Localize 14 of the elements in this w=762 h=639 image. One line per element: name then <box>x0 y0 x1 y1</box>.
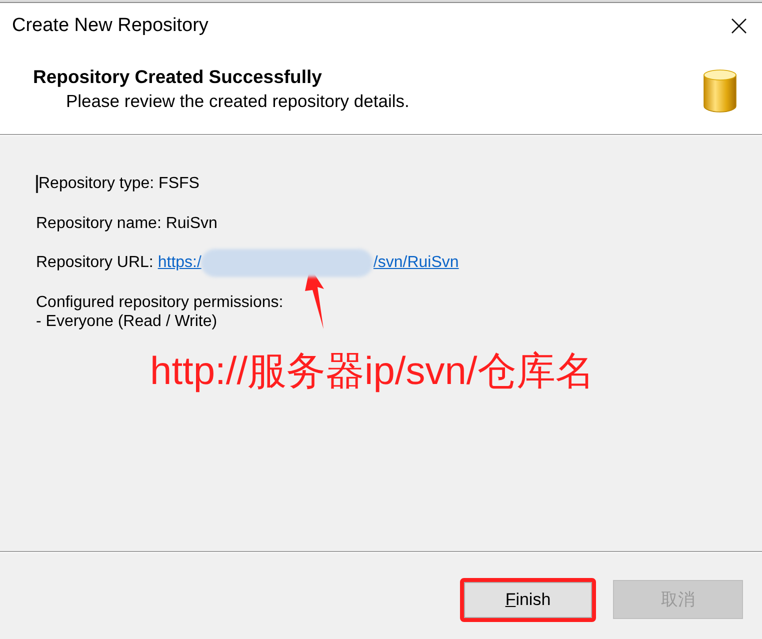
url-link[interactable]: https:/ <box>158 253 202 273</box>
detail-text: Repository name: RuiSvn <box>36 214 218 234</box>
close-button[interactable] <box>730 16 748 34</box>
detail-text: Repository type: FSFS <box>38 174 200 194</box>
database-icon <box>703 69 737 113</box>
annotation-text: http://服务器ip/svn/仓库名 <box>150 350 594 393</box>
permissions-text: Configured repository permissions: - Everyone (Read / Write) <box>36 292 284 330</box>
window-title: Create New Repository <box>12 14 208 38</box>
close-icon <box>731 18 747 34</box>
url-link[interactable]: /svn/RuiSvn <box>373 253 459 273</box>
header-title: Repository Created Successfully <box>33 65 323 89</box>
finish-button[interactable]: Finish <box>464 582 592 618</box>
header-subtitle: Please review the created repository details. <box>65 90 410 113</box>
url-label: Repository URL: <box>36 253 154 273</box>
